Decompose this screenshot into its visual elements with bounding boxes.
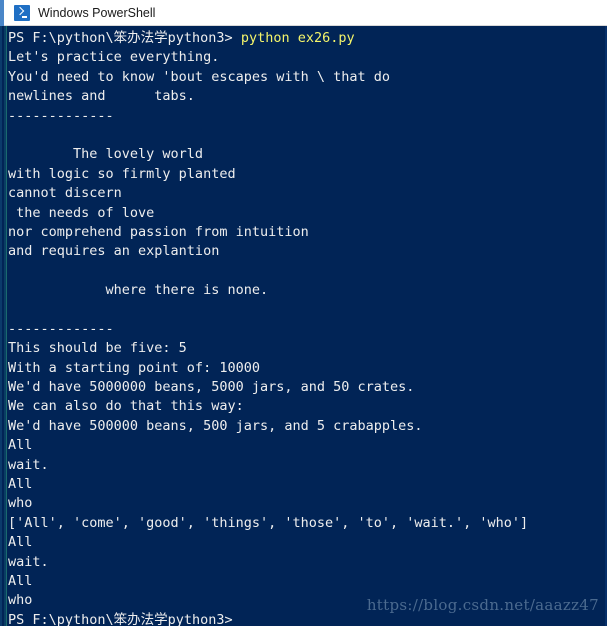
output-line: with logic so firmly planted xyxy=(8,165,236,182)
output-line: cannot discern xyxy=(8,185,122,202)
output-line: All xyxy=(8,534,33,551)
prompt-command: python ex26.py xyxy=(232,30,355,46)
output-separator-line: ------------- xyxy=(8,107,114,124)
output-line: who xyxy=(8,495,33,512)
title-bar: Windows PowerShell xyxy=(0,0,607,26)
terminal-prompt-line: PS F:\python\笨办法学python3> python ex26.py xyxy=(8,29,604,48)
output-line: All xyxy=(8,475,33,492)
powershell-icon-chevron xyxy=(15,6,25,15)
powershell-window: Windows PowerShell PS F:\python\笨办法学pyth… xyxy=(0,0,607,626)
output-line: wait. xyxy=(8,553,49,570)
output-blank-line xyxy=(8,300,604,319)
output-line: All xyxy=(8,572,33,589)
prompt-path: PS F:\python\笨办法学python3> xyxy=(8,30,233,46)
output-blank-line xyxy=(8,262,604,281)
output-line: The lovely world xyxy=(8,146,204,163)
terminal-lines: PS F:\python\笨办法学python3> python ex26.py… xyxy=(8,29,604,626)
output-line: Let's practice everything. xyxy=(8,49,220,66)
titlebar-accent-edge xyxy=(0,0,4,26)
output-line: newlines and tabs. xyxy=(8,88,195,105)
powershell-icon-underscore xyxy=(22,15,27,18)
watermark: https://blog.csdn.net/aaazz47 xyxy=(366,596,599,614)
output-line: This should be five: 5 xyxy=(8,340,187,357)
terminal-output-area[interactable]: PS F:\python\笨办法学python3> python ex26.py… xyxy=(0,26,607,626)
powershell-icon xyxy=(14,4,30,21)
output-line: wait. xyxy=(8,456,49,473)
output-list-line: ['All', 'come', 'good', 'things', 'those… xyxy=(8,514,529,531)
output-line: where there is none. xyxy=(8,282,269,299)
terminal-left-edge-inner xyxy=(4,26,6,626)
output-line: We'd have 5000000 beans, 5000 jars, and … xyxy=(8,379,415,396)
output-line: We'd have 500000 beans, 500 jars, and 5 … xyxy=(8,417,423,434)
output-line: and requires an explantion xyxy=(8,243,220,260)
output-line: With a starting point of: 10000 xyxy=(8,359,260,376)
output-separator-line: ------------- xyxy=(8,320,114,337)
window-title: Windows PowerShell xyxy=(38,5,156,20)
terminal-left-edge-strip xyxy=(4,26,7,626)
output-line: We can also do that this way: xyxy=(8,398,244,415)
output-blank-line xyxy=(8,126,604,145)
output-line: nor comprehend passion from intuition xyxy=(8,223,309,240)
output-line: All xyxy=(8,437,33,454)
output-line: the needs of love xyxy=(8,204,155,221)
output-line: You'd need to know 'bout escapes with \ … xyxy=(8,68,391,85)
